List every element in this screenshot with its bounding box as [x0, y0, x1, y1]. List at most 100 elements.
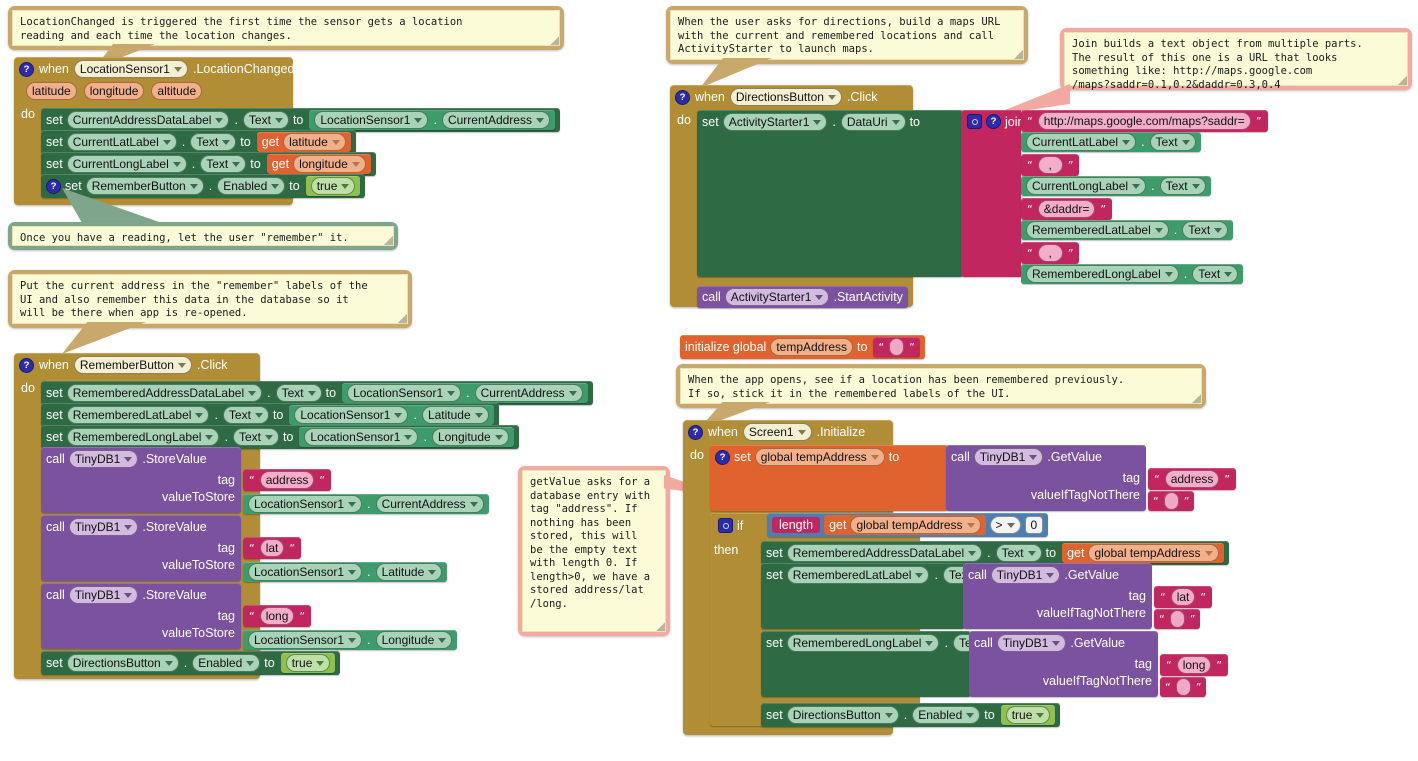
target-dropdown[interactable]: CurrentAddressDataLabel — [66, 111, 230, 129]
value-property-dropdown[interactable]: Longitude — [375, 631, 453, 649]
comment-join-explanation[interactable]: Join builds a text object from multiple … — [1060, 28, 1412, 91]
target-dropdown[interactable]: DirectionsButton — [66, 654, 179, 672]
value-property-dropdown[interactable]: Text — [1182, 221, 1229, 239]
help-icon[interactable]: ? — [675, 89, 690, 105]
length-block[interactable]: length — [772, 517, 821, 533]
get-variable-block[interactable]: get latitude — [256, 132, 351, 152]
help-icon[interactable]: ? — [688, 424, 703, 440]
call-tinydb-storevalue-address[interactable]: call TinyDB1 .StoreValue tag valueToStor… — [41, 447, 241, 513]
text-block-empty-2[interactable]: “ ” — [1154, 609, 1201, 629]
call-tinydb-getvalue-long[interactable]: call TinyDB1 .GetValue tag valueIfTagNot… — [969, 631, 1158, 697]
set-row-currentlatlabel[interactable]: set CurrentLatLabel . Text to get latitu… — [41, 130, 356, 154]
call-tinydb-storevalue-lat[interactable]: call TinyDB1 .StoreValue tag valueToStor… — [41, 515, 241, 581]
comment-getvalue-explanation[interactable]: getValue asks for a database entry with … — [518, 466, 670, 636]
value-component-dropdown[interactable]: LocationSensor1 — [304, 428, 419, 446]
component-dropdown[interactable]: ActivityStarter1 — [724, 288, 830, 306]
target-dropdown[interactable]: RememberedLongLabel — [786, 634, 940, 652]
help-icon[interactable]: ? — [19, 357, 34, 373]
text-value[interactable] — [1175, 678, 1191, 696]
logic-true-block[interactable]: true — [305, 176, 361, 196]
join-item-currentlonglabel-text[interactable]: CurrentLongLabel . Text — [1021, 176, 1211, 196]
text-value[interactable]: http://maps.google.com/maps?saddr= — [1037, 112, 1251, 130]
component-prop-value[interactable]: LocationSensor1 . Longitude — [299, 427, 514, 447]
get-variable-block[interactable]: get longitude — [266, 154, 371, 174]
text-value[interactable]: &daddr= — [1037, 200, 1096, 218]
component-dropdown[interactable]: Screen1 — [742, 423, 812, 441]
boolean-dropdown[interactable]: true — [285, 654, 331, 672]
set-row-activitystarter-datauri[interactable]: set ActivityStarter1 . DataUri to — [697, 110, 925, 134]
property-dropdown[interactable]: Text — [190, 133, 237, 151]
value-component-dropdown[interactable]: LocationSensor1 — [294, 406, 409, 424]
value-property-dropdown[interactable]: Latitude — [421, 406, 489, 424]
value-property-dropdown[interactable]: CurrentAddress — [474, 384, 583, 402]
help-icon[interactable]: ? — [19, 61, 34, 77]
value-component-dropdown[interactable]: LocationSensor1 — [248, 495, 363, 513]
component-prop-value[interactable]: LocationSensor1 . CurrentAddress — [342, 383, 588, 403]
value-component-dropdown[interactable]: LocationSensor1 — [314, 111, 429, 129]
set-row-rememberedaddressdatalabel[interactable]: set RememberedAddressDataLabel . Text to… — [41, 381, 593, 405]
set-row-currentaddressdatalabel[interactable]: set CurrentAddressDataLabel . Text to Lo… — [41, 108, 560, 132]
value-component-dropdown[interactable]: RememberedLongLabel — [1026, 265, 1179, 283]
comment-location-changed[interactable]: LocationChanged is triggered the first t… — [8, 6, 564, 50]
property-dropdown[interactable]: Text — [995, 544, 1042, 562]
call-tinydb-getvalue-address[interactable]: call TinyDB1 .GetValue tag valueIfTagNot… — [946, 445, 1146, 511]
call-tinydb-getvalue-lat[interactable]: call TinyDB1 .GetValue tag valueIfTagNot… — [963, 563, 1152, 629]
join-item-rememberedlonglabel-text[interactable]: RememberedLongLabel . Text — [1021, 264, 1244, 284]
join-item-text-saddr[interactable]: “ http://maps.google.com/maps?saddr= ” — [1021, 110, 1268, 132]
target-dropdown[interactable]: RememberedLongLabel — [66, 428, 220, 446]
property-dropdown[interactable]: Text — [242, 111, 289, 129]
value-property-dropdown[interactable]: Text — [1159, 177, 1206, 195]
text-value[interactable]: lat — [1170, 588, 1196, 606]
comment-remember-prompt[interactable]: Once you have a reading, let the user "r… — [8, 222, 398, 250]
global-variable-dropdown[interactable]: global tempAddress — [754, 448, 885, 466]
text-block-address[interactable]: “ address ” — [243, 469, 332, 491]
mutator-gear-icon[interactable] — [718, 518, 733, 533]
property-dropdown[interactable]: Text — [275, 384, 322, 402]
component-dropdown[interactable]: TinyDB1 — [68, 450, 139, 468]
boolean-dropdown[interactable]: true — [1005, 706, 1051, 724]
comment-put-address[interactable]: Put the current address in the "remember… — [8, 270, 412, 328]
value-component-dropdown[interactable]: CurrentLatLabel — [1026, 133, 1137, 151]
text-value[interactable]: address — [259, 471, 315, 489]
value-property-dropdown[interactable]: Longitude — [431, 428, 509, 446]
component-prop-currentaddress[interactable]: LocationSensor1 . CurrentAddress — [243, 494, 489, 514]
property-dropdown[interactable]: Text — [222, 406, 269, 424]
target-dropdown[interactable]: RememberedAddressDataLabel — [66, 384, 263, 402]
component-dropdown[interactable]: LocationSensor1 — [73, 60, 188, 78]
text-value[interactable] — [889, 338, 905, 356]
number-value[interactable]: 0 — [1024, 516, 1044, 534]
text-block-tag-lat[interactable]: “ lat ” — [1154, 586, 1213, 608]
value-component-dropdown[interactable]: LocationSensor1 — [248, 563, 363, 581]
property-dropdown[interactable]: Enabled — [912, 706, 981, 724]
property-dropdown[interactable]: Text — [200, 155, 247, 173]
initialize-global-tempaddress[interactable]: initialize global tempAddress to “ ” — [680, 335, 925, 359]
join-item-currentlatlabel-text[interactable]: CurrentLatLabel . Text — [1021, 132, 1201, 152]
text-value[interactable] — [1169, 610, 1185, 628]
set-row-rememberedlonglabel[interactable]: set RememberedLongLabel . Text to Locati… — [41, 425, 519, 449]
set-row-rememberedaddressdatalabel-init[interactable]: set RememberedAddressDataLabel . Text to… — [761, 541, 1229, 565]
variable-name-field[interactable]: tempAddress — [770, 338, 854, 356]
text-value[interactable]: , — [1037, 244, 1063, 262]
target-dropdown[interactable]: DirectionsButton — [786, 706, 899, 724]
target-dropdown[interactable]: RememberButton — [85, 177, 204, 195]
target-dropdown[interactable]: RememberedLatLabel — [786, 566, 930, 584]
target-dropdown[interactable]: RememberedAddressDataLabel — [786, 544, 983, 562]
property-dropdown[interactable]: Enabled — [192, 654, 261, 672]
property-dropdown[interactable]: DataUri — [840, 113, 906, 131]
call-tinydb-storevalue-long[interactable]: call TinyDB1 .StoreValue tag valueToStor… — [41, 583, 241, 649]
text-block-long[interactable]: “ long ” — [243, 605, 312, 627]
join-item-text-daddr[interactable]: “ &daddr= ” — [1021, 198, 1113, 220]
comment-directions-url[interactable]: When the user asks for directions, build… — [666, 6, 1028, 64]
set-row-directionsbutton-enabled[interactable]: set DirectionsButton . Enabled to true — [41, 651, 341, 675]
text-block-tag-long[interactable]: “ long ” — [1160, 654, 1229, 676]
join-block[interactable] — [961, 110, 1021, 277]
variable-dropdown[interactable]: latitude — [283, 133, 346, 151]
boolean-dropdown[interactable]: true — [310, 177, 356, 195]
component-dropdown[interactable]: TinyDB1 — [990, 566, 1061, 584]
set-row-rememberbutton-enabled[interactable]: ? set RememberButton . Enabled to true — [41, 174, 366, 198]
value-component-dropdown[interactable]: CurrentLongLabel — [1026, 177, 1147, 195]
text-block-lat[interactable]: “ lat ” — [243, 537, 302, 559]
set-row-directionsbutton-enabled-init[interactable]: set DirectionsButton . Enabled to true — [761, 703, 1061, 727]
component-prop-value[interactable]: LocationSensor1 . CurrentAddress — [309, 110, 555, 130]
value-property-dropdown[interactable]: Latitude — [375, 563, 443, 581]
